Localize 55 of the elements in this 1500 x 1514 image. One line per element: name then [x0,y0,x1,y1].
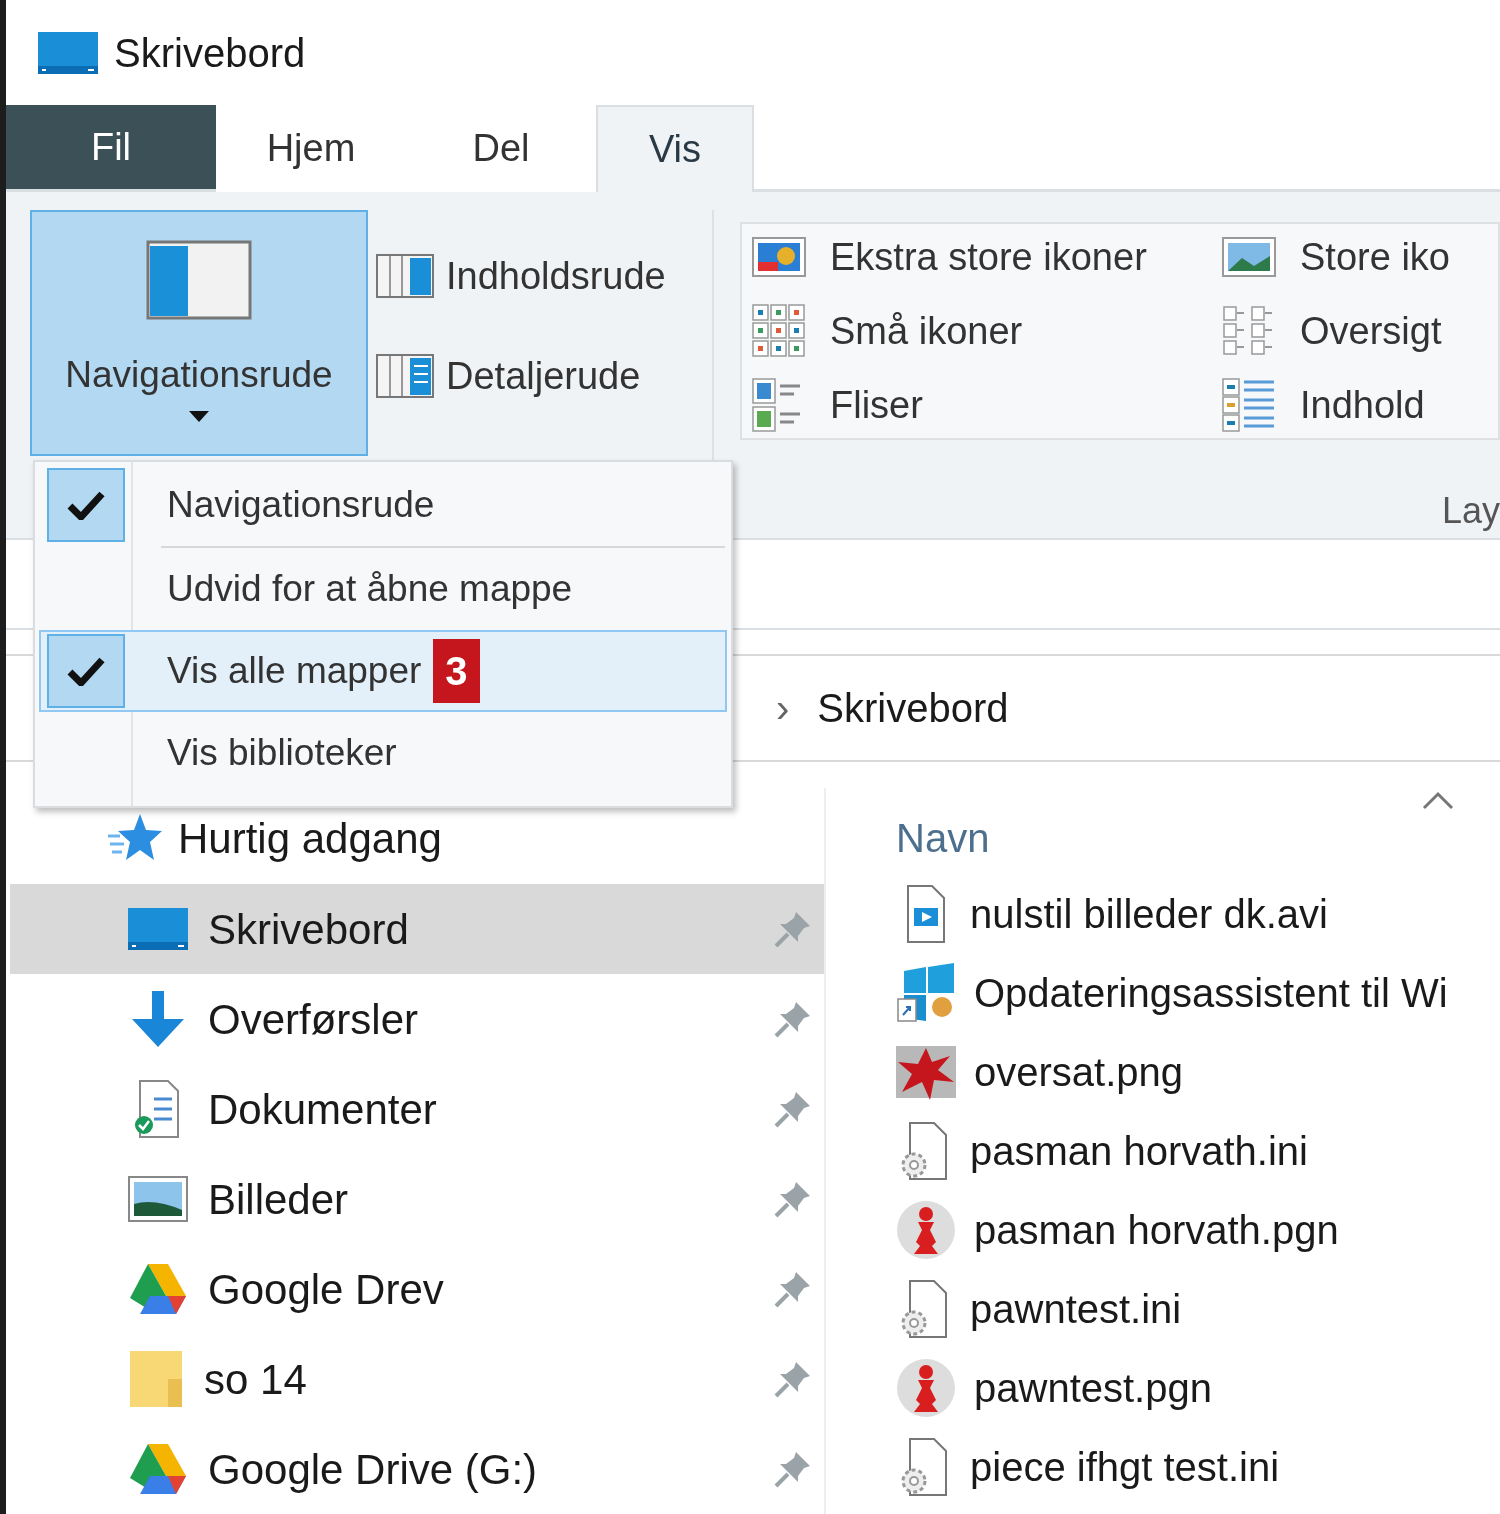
file-name[interactable]: oversat.png [974,1041,1184,1102]
menu-item[interactable]: Navigationsrude [39,464,727,546]
monitor-icon [128,908,188,950]
chess-piece-icon [896,1199,956,1260]
breadcrumb-separator: › [776,685,790,732]
pane-button[interactable]: Indholdsrude [376,254,666,298]
layout-option[interactable]: Indhold [1220,376,1498,434]
chess-piece-icon [896,1357,956,1418]
pin-icon[interactable] [774,1360,812,1398]
menu-item[interactable]: Vis biblioteker [39,712,727,794]
pin-icon[interactable] [774,910,812,948]
file-name[interactable]: pawntest.ini [970,1278,1182,1339]
file-tab[interactable]: Fil [6,105,216,189]
layout-option[interactable]: Oversigt [1220,302,1498,360]
preview-pane-icon [376,254,434,298]
triangle-logo-icon [128,1442,188,1496]
navigation-pane-button[interactable]: Navigationsrude [30,210,368,456]
breadcrumb-item[interactable]: Skrivebord [817,678,1009,738]
file-name[interactable]: piece ifhgt test.ini [970,1436,1280,1497]
app-shortcut-icon [896,962,956,1023]
file-name[interactable]: nulstil billeder dk.avi [970,883,1328,944]
pin-icon[interactable] [774,1270,812,1308]
file-name[interactable]: Opdateringsassistent til Wi [974,962,1448,1023]
checkmark-icon [67,490,105,520]
file-name[interactable]: pasman horvath.pgn [974,1199,1339,1260]
step-badge: 3 [433,639,480,703]
triangle-logo-icon [128,1262,188,1316]
section-header[interactable]: Hurtig adgang [178,806,442,870]
layout-option[interactable]: Store iko [1220,228,1498,286]
window-icon [38,29,98,76]
layout-option[interactable]: Fliser [750,376,1220,434]
layout-option[interactable]: Små ikoner [750,302,1220,360]
menu-item[interactable]: Udvid for at åbne mappe [39,548,727,630]
details-pane-icon [376,354,434,398]
column-header[interactable]: Navn [896,808,1500,874]
folder-icon [128,1349,184,1409]
pin-icon[interactable] [774,1000,812,1038]
caret-down-icon [189,411,209,423]
layout-option[interactable]: Ekstra store ikoner [750,228,1220,286]
window-title: Skrivebord [114,29,306,77]
checkmark-icon [67,656,105,686]
pin-icon[interactable] [774,1450,812,1488]
file-name[interactable]: pawntest.pgn [974,1357,1212,1418]
ribbon-tab[interactable]: Vis [596,105,754,192]
menu-item[interactable]: Vis alle mapper 3 [39,630,727,712]
grid-icon [750,302,808,360]
pin-icon[interactable] [774,1180,812,1218]
group-label: Lay [1441,489,1500,533]
navigation-pane-icon [146,240,252,320]
pane-button[interactable]: Detaljerude [376,354,666,398]
pin-icon[interactable] [774,1090,812,1128]
picture-icon [128,1176,188,1222]
nav-item[interactable]: Skrivebord [10,884,824,974]
file-name[interactable]: pasman horvath.ini [970,1120,1308,1181]
chevron-up-icon[interactable] [1422,790,1454,810]
